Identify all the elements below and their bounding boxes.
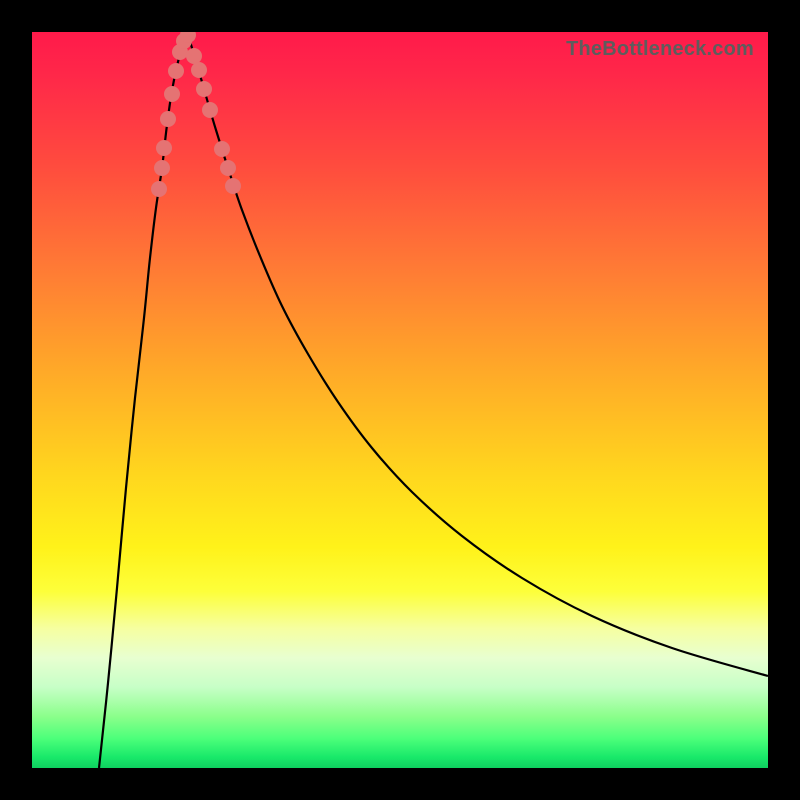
marker-dot bbox=[214, 141, 230, 157]
marker-dot bbox=[196, 81, 212, 97]
plot-area: TheBottleneck.com bbox=[32, 32, 768, 768]
marker-group bbox=[151, 32, 241, 197]
line-series bbox=[99, 34, 768, 768]
marker-dot bbox=[225, 178, 241, 194]
left-branch-path bbox=[99, 34, 188, 768]
marker-dot bbox=[168, 63, 184, 79]
marker-dot bbox=[154, 160, 170, 176]
marker-dot bbox=[220, 160, 236, 176]
marker-dot bbox=[156, 140, 172, 156]
marker-dot bbox=[202, 102, 218, 118]
chart-frame: TheBottleneck.com bbox=[0, 0, 800, 800]
marker-dot bbox=[191, 62, 207, 78]
right-branch-path bbox=[188, 34, 768, 676]
marker-dot bbox=[160, 111, 176, 127]
chart-svg bbox=[32, 32, 768, 768]
marker-dot bbox=[164, 86, 180, 102]
marker-dot bbox=[186, 48, 202, 64]
marker-dot bbox=[151, 181, 167, 197]
